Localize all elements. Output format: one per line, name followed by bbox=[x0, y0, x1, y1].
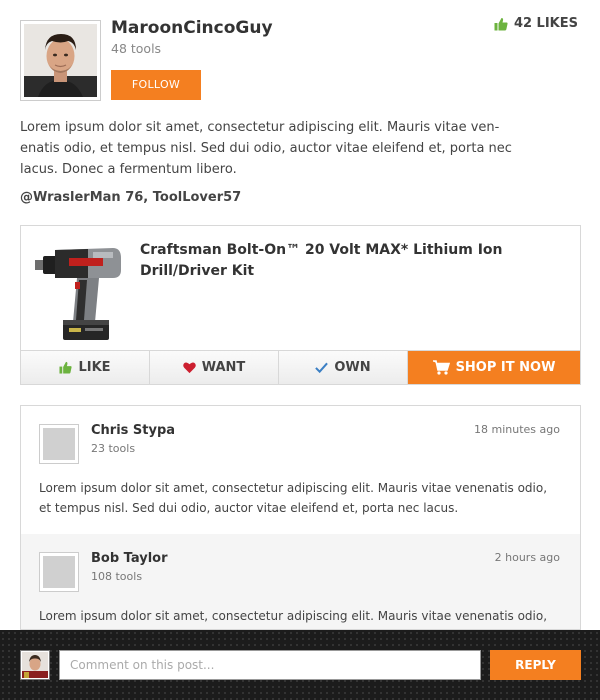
user-photo-icon bbox=[24, 24, 97, 97]
current-user-avatar[interactable] bbox=[20, 650, 50, 680]
commenter-avatar[interactable] bbox=[39, 552, 79, 592]
commenter-tools-count: 108 tools bbox=[91, 570, 143, 583]
likes-count[interactable]: 42 LIKES bbox=[494, 16, 578, 31]
want-button[interactable]: WANT bbox=[150, 351, 279, 384]
commenter-tools-count: 23 tools bbox=[91, 442, 136, 455]
shopping-cart-icon bbox=[432, 360, 450, 375]
likes-label: 42 LIKES bbox=[513, 16, 578, 31]
thumbs-up-icon bbox=[494, 17, 508, 30]
follow-button[interactable]: FOLLOW bbox=[111, 70, 201, 100]
product-card: Craftsman Bolt-On™ 20 Volt MAX* Lithium … bbox=[20, 225, 581, 385]
comment-item: Chris Stypa 23 tools 18 minutes ago Lore… bbox=[21, 406, 580, 534]
shop-label: SHOP IT NOW bbox=[455, 360, 556, 375]
shop-it-now-button[interactable]: SHOP IT NOW bbox=[408, 351, 580, 384]
want-label: WANT bbox=[201, 360, 246, 375]
commenter-name[interactable]: Bob Taylor bbox=[91, 551, 168, 566]
profile-username[interactable]: MaroonCincoGuy bbox=[111, 18, 273, 38]
like-label: LIKE bbox=[78, 360, 111, 375]
profile-avatar[interactable] bbox=[20, 20, 101, 101]
own-label: OWN bbox=[334, 360, 371, 375]
comment-bar: REPLY bbox=[0, 630, 600, 700]
comment-timestamp: 18 minutes ago bbox=[474, 423, 560, 436]
profile-header: MaroonCincoGuy 48 tools FOLLOW 42 LIKES bbox=[20, 16, 580, 102]
checkmark-icon bbox=[315, 362, 329, 374]
comment-input[interactable] bbox=[59, 650, 481, 680]
comments-list[interactable]: Chris Stypa 23 tools 18 minutes ago Lore… bbox=[20, 405, 581, 630]
profile-tools-count: 48 tools bbox=[111, 41, 162, 56]
commenter-avatar[interactable] bbox=[39, 424, 79, 464]
drill-image-icon[interactable] bbox=[33, 236, 128, 348]
commenter-name[interactable]: Chris Stypa bbox=[91, 423, 175, 438]
post-description: Lorem ipsum dolor sit amet, consectetur … bbox=[20, 120, 512, 177]
thumbs-up-icon bbox=[59, 361, 73, 374]
user-photo-icon bbox=[22, 652, 48, 678]
reply-button[interactable]: REPLY bbox=[490, 650, 581, 680]
comment-text: Lorem ipsum dolor sit amet, consectetur … bbox=[39, 609, 548, 623]
own-button[interactable]: OWN bbox=[279, 351, 408, 384]
post-mentions[interactable]: @WraslerMan 76, ToolLover57 bbox=[20, 190, 241, 205]
comment-text: Lorem ipsum dolor sit amet, consectetur … bbox=[39, 481, 548, 515]
product-actions: LIKE WANT OWN SHOP IT NOW bbox=[21, 350, 580, 384]
heart-icon bbox=[182, 362, 196, 374]
product-title[interactable]: Craftsman Bolt-On™ 20 Volt MAX* Lithium … bbox=[140, 240, 540, 282]
comment-timestamp: 2 hours ago bbox=[494, 551, 560, 564]
like-button[interactable]: LIKE bbox=[21, 351, 150, 384]
comment-item: Bob Taylor 108 tools 2 hours ago Lorem i… bbox=[21, 534, 580, 629]
